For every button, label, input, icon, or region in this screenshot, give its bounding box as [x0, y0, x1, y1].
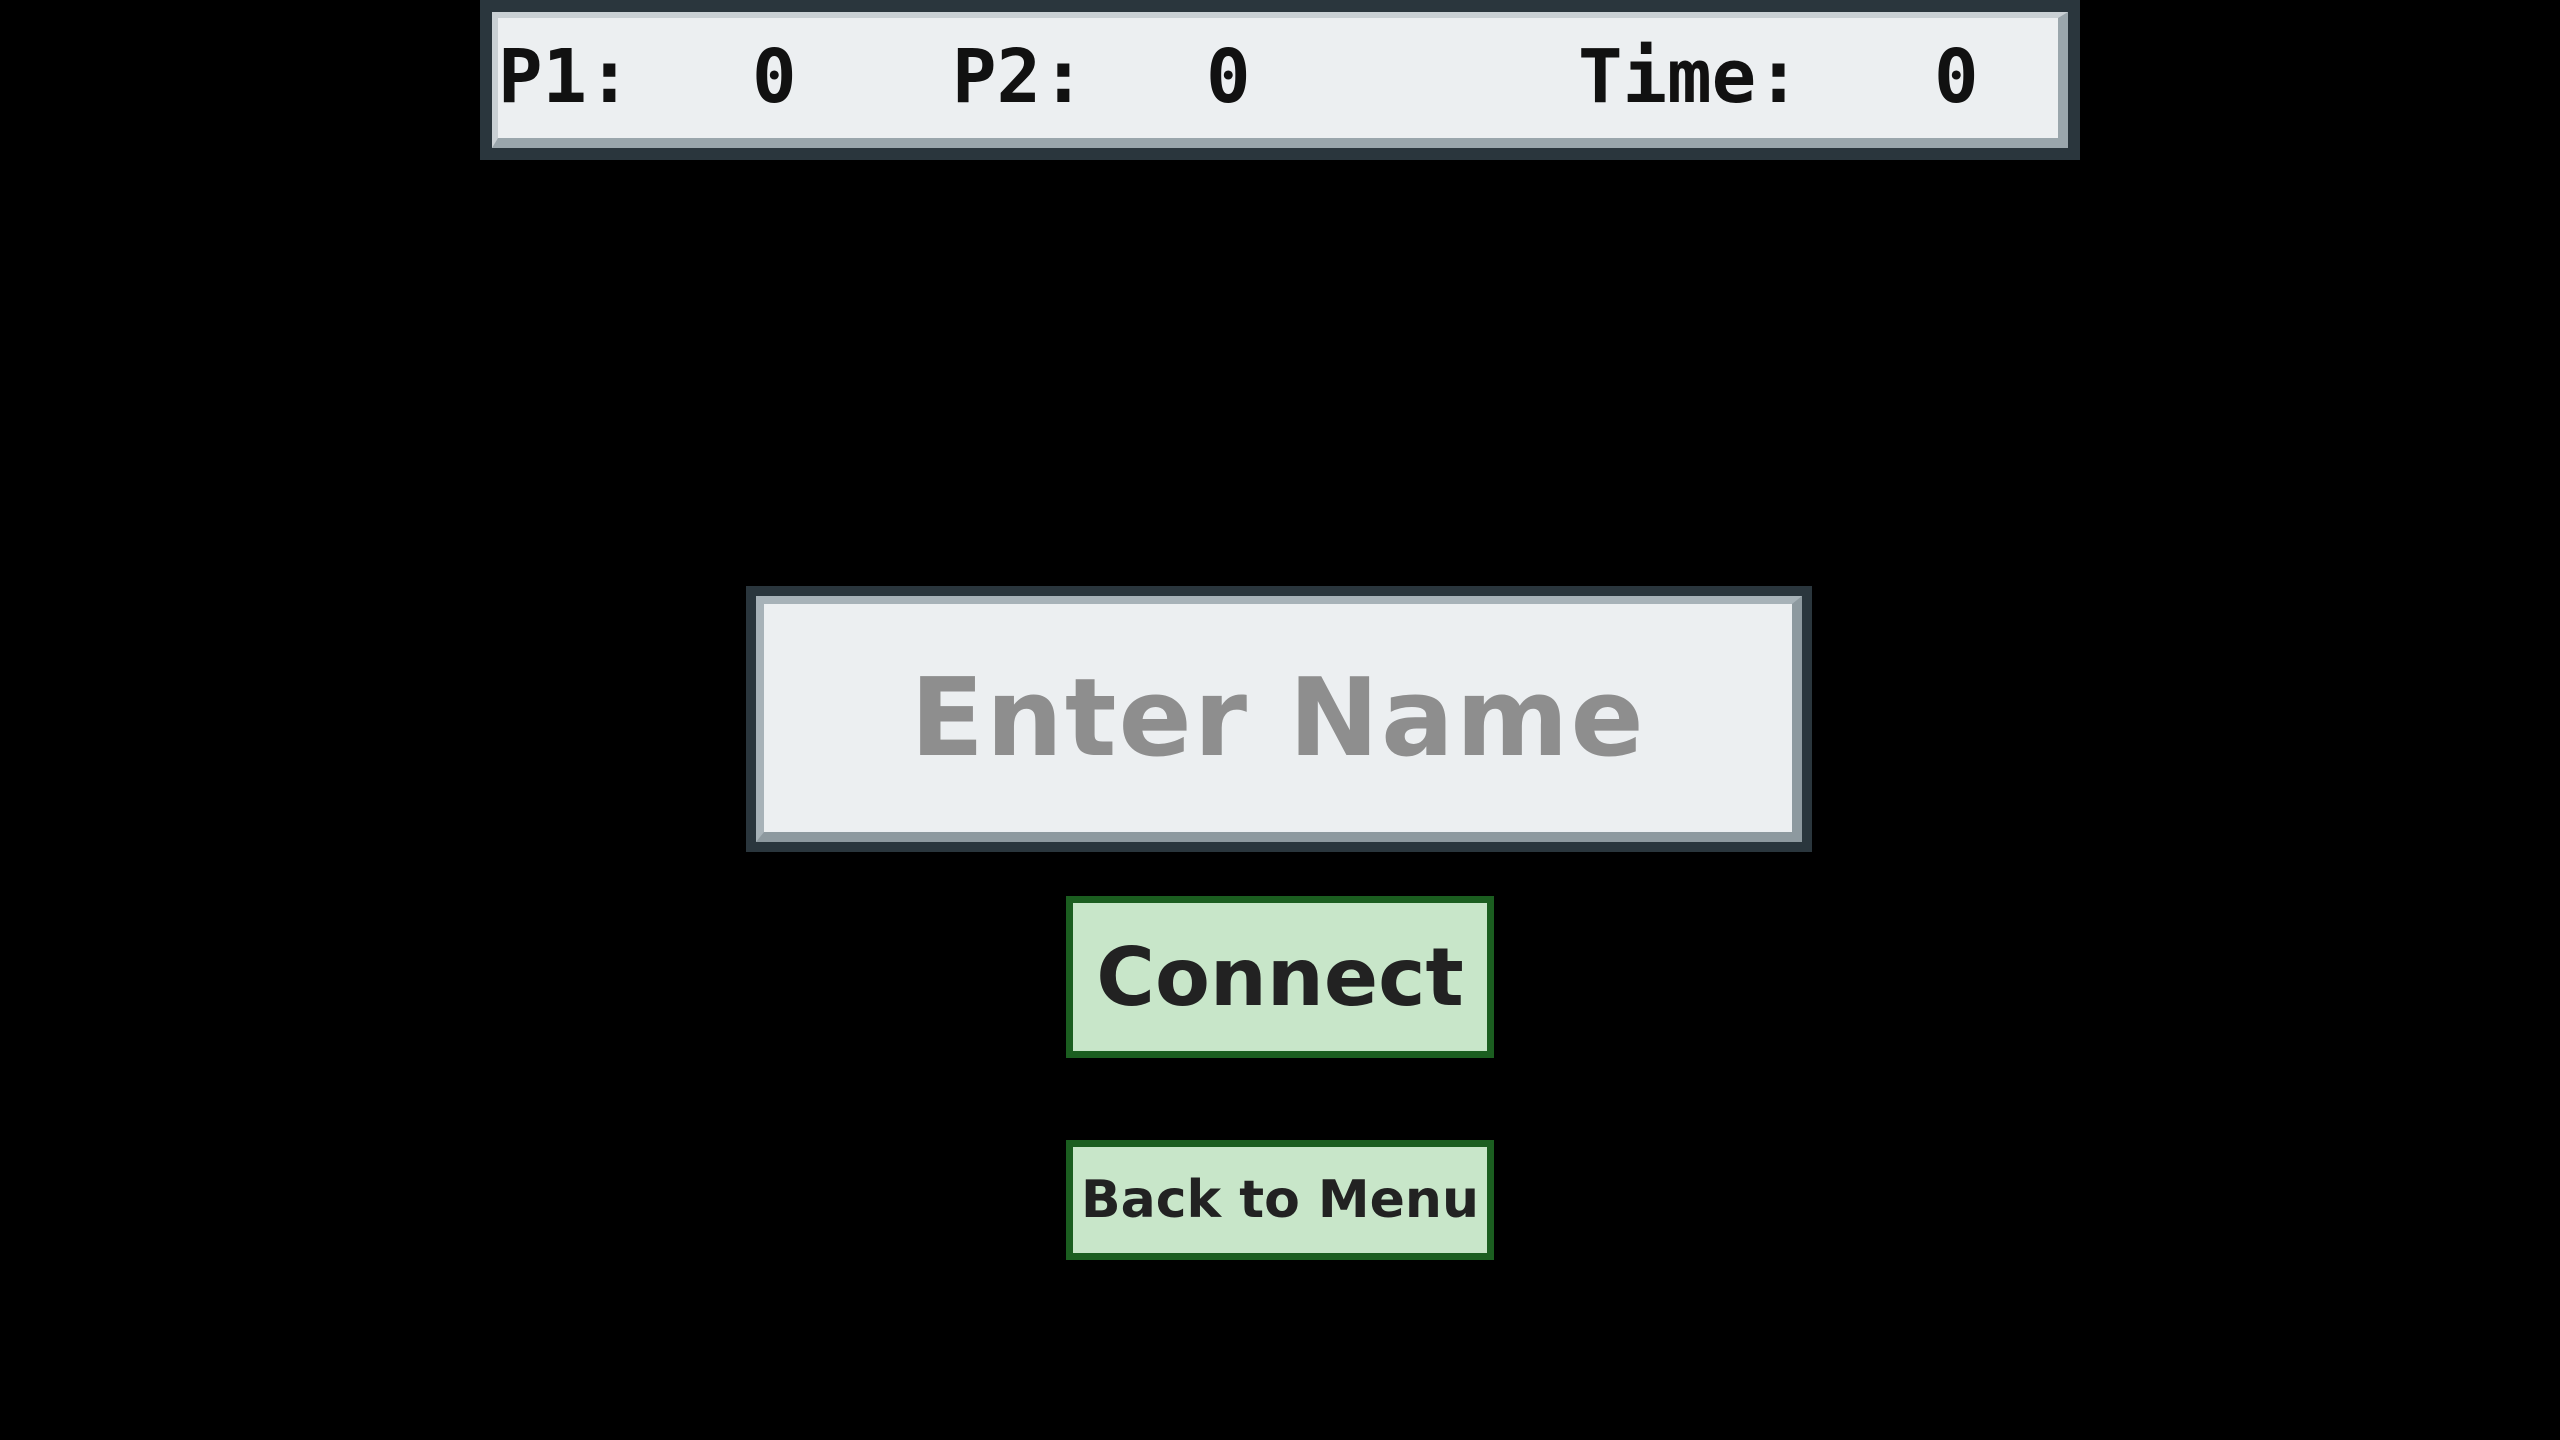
name-input-frame: Enter Name: [746, 586, 1812, 852]
time-label: Time:: [1578, 34, 1801, 120]
time-value: 0: [1934, 34, 1979, 120]
p2-score: 0: [1206, 34, 1251, 120]
name-input-placeholder: Enter Name: [910, 655, 1646, 781]
connect-button[interactable]: Connect: [1066, 896, 1494, 1058]
score-bar: P1: 0 P2: 0 Time: 0: [480, 0, 2080, 160]
p1-score: 0: [752, 34, 797, 120]
score-bar-panel: P1: 0 P2: 0 Time: 0: [492, 12, 2068, 148]
p1-label: P1:: [498, 34, 632, 120]
p2-label: P2:: [952, 34, 1086, 120]
back-to-menu-button[interactable]: Back to Menu: [1066, 1140, 1494, 1260]
name-input[interactable]: Enter Name: [756, 596, 1802, 842]
